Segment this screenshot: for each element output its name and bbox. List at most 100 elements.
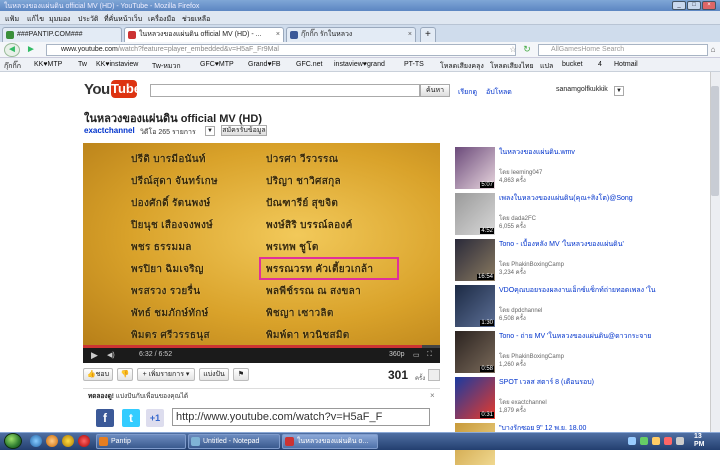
- stats-icon[interactable]: [428, 369, 440, 381]
- view-count-unit: ครั้ง: [415, 376, 426, 382]
- menu-edit[interactable]: แก้ไข: [27, 14, 44, 25]
- video-thumbnail[interactable]: 0:58: [455, 331, 495, 373]
- tray-icon[interactable]: [652, 437, 660, 445]
- close-window-button[interactable]: ×: [702, 1, 716, 10]
- related-video-title[interactable]: VDOคุณบอยรองผลงานเอ็กซ์แซ็กท์ถ่ายทอดเพลง…: [499, 286, 675, 295]
- user-menu-chevron-down-icon[interactable]: ▼: [614, 86, 624, 96]
- url-bar[interactable]: www.youtube.com/watch?feature=player_emb…: [46, 44, 516, 56]
- bookmark-item[interactable]: 4: [598, 61, 602, 68]
- facebook-icon[interactable]: f: [96, 409, 114, 427]
- related-video-title[interactable]: ในหลวงของแผ่นดิน.wmv: [499, 148, 675, 157]
- home-icon[interactable]: ⌂: [706, 44, 720, 56]
- bookmark-item[interactable]: Tw-หมวก: [152, 61, 181, 72]
- related-video-title[interactable]: Tono - ถ่าย MV 'ในหลวงของแผ่นดิน@ดาวกระจ…: [499, 332, 675, 341]
- play-icon[interactable]: ▶: [91, 350, 98, 361]
- explorer-folder-icon[interactable]: [62, 435, 74, 447]
- fullscreen-icon[interactable]: ⛶: [427, 351, 432, 359]
- like-button[interactable]: 👍ชอบ: [83, 368, 113, 381]
- dislike-button-icon[interactable]: 👎: [117, 368, 133, 381]
- scrollbar-thumb[interactable]: [711, 86, 719, 196]
- video-player[interactable]: ปรีดิ บารมีอนันท์ ปวรศา วีรวรรณ ปรีณ์สุดา …: [83, 143, 440, 348]
- bookmark-item[interactable]: Grand♥FB: [248, 61, 281, 68]
- related-video-title[interactable]: เพลงในหลวงของแผ่นดิน(คุณ+สิงโต)@Song: [499, 194, 675, 203]
- video-thumbnail[interactable]: 4:52: [455, 193, 495, 235]
- bookmark-item[interactable]: KK♥instaview: [96, 61, 138, 68]
- close-share-icon[interactable]: ×: [430, 391, 435, 400]
- bookmark-item[interactable]: Hotmail: [614, 61, 638, 68]
- menu-bookmarks[interactable]: ที่คั่นหน้าเว็บ: [104, 14, 142, 25]
- channel-chevron-down-icon[interactable]: ▼: [205, 126, 215, 136]
- video-thumbnail[interactable]: 16:54: [455, 239, 495, 281]
- clock[interactable]: 13 PM: [694, 433, 705, 449]
- menu-history[interactable]: ประวัติ: [78, 14, 98, 25]
- related-video-title[interactable]: Tono - เบื้องหลัง MV 'ในหลวงของแผ่นดิน': [499, 240, 675, 249]
- tab-youtube[interactable]: ในหลวงของแผ่นดิน official MV (HD) - ... …: [124, 27, 284, 42]
- tab-pantip[interactable]: ###PANTIP.COM###: [2, 27, 122, 42]
- video-thumbnail[interactable]: 5:07: [455, 147, 495, 189]
- ie-icon[interactable]: [30, 435, 42, 447]
- forward-button-icon[interactable]: ►: [24, 44, 38, 56]
- bookmark-item[interactable]: GFC♥MTP: [200, 61, 234, 68]
- tray-icon[interactable]: [628, 437, 636, 445]
- quality-selector[interactable]: 360p: [389, 351, 405, 358]
- bookmark-star-icon[interactable]: ☆: [506, 44, 520, 56]
- related-video-item[interactable]: 0:31 SPOT เวลส สตาร์ 8 (เดือนรอบ) โดย exac…: [455, 377, 715, 423]
- related-video-title[interactable]: SPOT เวลส สตาร์ 8 (เดือนรอบ): [499, 378, 675, 387]
- tab-facebook[interactable]: กุ๊กกิ๊ก รักในหลวง ×: [286, 27, 416, 42]
- popout-icon[interactable]: ▭: [413, 351, 420, 359]
- youtube-logo[interactable]: You Tube: [84, 78, 141, 102]
- bookmark-item[interactable]: bucket: [562, 61, 583, 68]
- reload-icon[interactable]: ↻: [520, 44, 534, 56]
- new-tab-button[interactable]: +: [420, 27, 436, 42]
- volume-tray-icon[interactable]: [676, 437, 684, 445]
- media-icon[interactable]: [78, 435, 90, 447]
- subscribe-button[interactable]: สมัครรับข้อมูล: [221, 125, 267, 136]
- share-url-field[interactable]: http://www.youtube.com/watch?v=H5aF_F: [172, 408, 430, 426]
- back-button-icon[interactable]: ◄: [4, 43, 20, 57]
- bookmark-item[interactable]: PT-TS: [404, 61, 424, 68]
- start-button-icon[interactable]: [4, 433, 22, 449]
- volume-icon[interactable]: ◀): [107, 351, 115, 359]
- bookmark-item[interactable]: กุ๊กกิ๊ก: [4, 61, 21, 72]
- taskbar-item-notepad[interactable]: Untitled - Notepad: [188, 434, 280, 449]
- taskbar-item-pantip[interactable]: Pantip: [96, 434, 186, 449]
- bookmark-item[interactable]: แปล: [540, 61, 553, 72]
- close-tab-icon[interactable]: ×: [408, 28, 412, 41]
- bookmark-item[interactable]: GFC.net: [296, 61, 322, 68]
- tray-icon[interactable]: [640, 437, 648, 445]
- taskbar-item-firefox[interactable]: ในหลวงของแผ่นดิน o...: [282, 434, 378, 449]
- menu-view[interactable]: มุมมอง: [49, 14, 70, 25]
- firefox-icon[interactable]: [46, 435, 58, 447]
- tray-icon[interactable]: [664, 437, 672, 445]
- browse-link[interactable]: เรียกดู: [458, 87, 477, 98]
- video-thumbnail[interactable]: 0:31: [455, 377, 495, 419]
- channel-link[interactable]: exactchannel: [84, 126, 135, 135]
- related-video-item[interactable]: 16:54 Tono - เบื้องหลัง MV 'ในหลวงของแผ่น…: [455, 239, 715, 285]
- video-thumbnail[interactable]: 1:30: [455, 285, 495, 327]
- twitter-icon[interactable]: t: [122, 409, 140, 427]
- google-plus-icon[interactable]: +1: [146, 409, 164, 427]
- menu-help[interactable]: ช่วยเหลือ: [182, 14, 210, 25]
- youtube-search-input[interactable]: [150, 84, 420, 97]
- related-video-item[interactable]: 4:52 เพลงในหลวงของแผ่นดิน(คุณ+สิงโต)@Song…: [455, 193, 715, 239]
- bookmark-item[interactable]: Tw: [78, 61, 87, 68]
- search-input[interactable]: AllGamesHome Search: [538, 44, 708, 56]
- youtube-search-button[interactable]: ค้นหา: [420, 84, 450, 97]
- bookmark-item[interactable]: โหลดเสียงคลุง: [440, 61, 484, 72]
- flag-icon[interactable]: ⚑: [233, 368, 249, 381]
- bookmark-item[interactable]: instaview♥grand: [334, 61, 385, 68]
- menu-file[interactable]: แฟ้ม: [5, 14, 19, 25]
- add-to-button[interactable]: + เพิ่มรายการ ▾: [137, 368, 195, 381]
- related-video-views: 3,234 ครั้ง: [499, 270, 526, 276]
- related-video-item[interactable]: 1:30 VDOคุณบอยรองผลงานเอ็กซ์แซ็กท์ถ่ายทอด…: [455, 285, 715, 331]
- related-video-item[interactable]: 0:58 Tono - ถ่าย MV 'ในหลวงของแผ่นดิน@ดาว…: [455, 331, 715, 377]
- menu-tools[interactable]: เครื่องมือ: [148, 14, 175, 25]
- related-video-item[interactable]: 5:07 ในหลวงของแผ่นดิน.wmv โดย leeming047 4,…: [455, 147, 715, 193]
- share-button[interactable]: แบ่งปัน: [199, 368, 229, 381]
- bookmark-item[interactable]: โหลดเสียงไทย: [490, 61, 534, 72]
- minimize-button[interactable]: _: [672, 1, 686, 10]
- close-tab-icon[interactable]: ×: [276, 28, 280, 41]
- upload-link[interactable]: อัปโหลด: [486, 87, 512, 98]
- maximize-button[interactable]: □: [687, 1, 701, 10]
- bookmark-item[interactable]: KK♥MTP: [34, 61, 62, 68]
